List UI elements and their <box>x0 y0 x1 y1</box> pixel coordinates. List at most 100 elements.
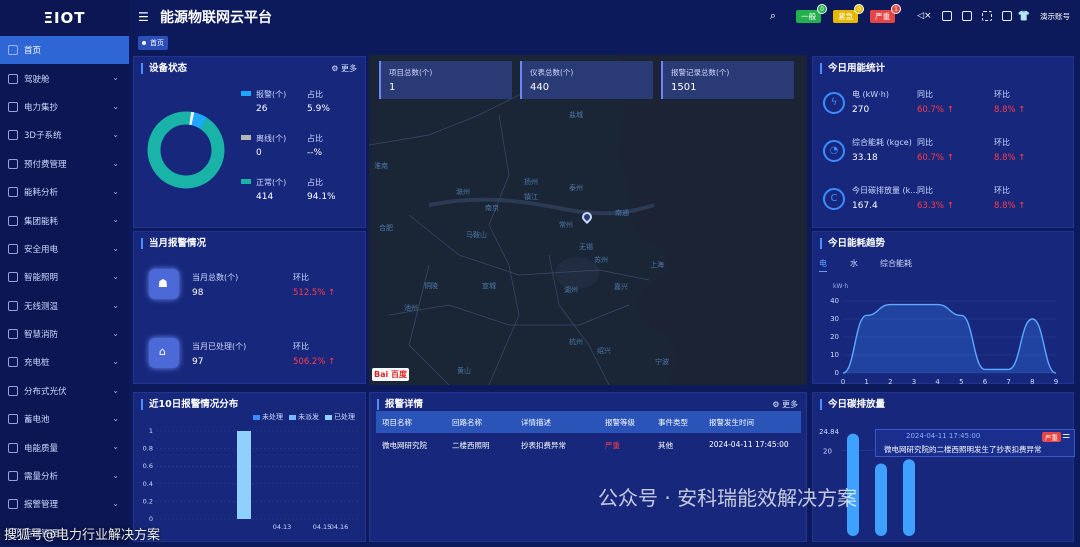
sidebar-item[interactable]: 能耗分析 ⌄ <box>0 178 129 206</box>
more-link[interactable]: ⚙ 更多 <box>772 399 798 410</box>
status-label: 报警(个) <box>256 90 287 99</box>
map-city-label: 合肥 <box>379 224 393 232</box>
top-right-tools: ⌕ 一般 0 紧急 0 严重 1 ◁× 👕 演示账号 <box>770 3 1070 23</box>
screen-icon[interactable] <box>961 11 972 21</box>
trend-tab[interactable]: 电 <box>819 258 827 272</box>
chevron-down-icon: ⌄ <box>112 186 119 196</box>
sidebar-item[interactable]: 安全用电 ⌄ <box>0 235 129 263</box>
expand-icon[interactable] <box>981 11 992 21</box>
trend-tab[interactable]: 水 <box>850 258 858 271</box>
dist-xtick: 04.16 <box>330 523 349 531</box>
top-bar: ☰ 能源物联网云平台 ⌕ 一般 0 紧急 0 严重 1 ◁× 👕 演示账号 <box>129 0 1080 34</box>
sidebar-item[interactable]: 需量分析 ⌄ <box>0 462 129 490</box>
sidebar-item-label: 分布式光伏 <box>24 386 67 397</box>
sidebar-item[interactable]: 电力集抄 ⌄ <box>0 93 129 121</box>
map-stat-card: 报警记录总数(个) 1501 <box>661 61 794 99</box>
breadcrumb: 首页 <box>129 34 1080 52</box>
theme-icon[interactable]: 👕 <box>1018 11 1030 22</box>
sidebar-item-label: 预付费管理 <box>24 159 67 170</box>
sidebar-item-label: 智能照明 <box>24 273 59 284</box>
sidebar-item-icon <box>8 130 18 141</box>
breadcrumb-tag[interactable]: 首页 <box>138 36 168 50</box>
map-city-label: 无锡 <box>579 243 593 251</box>
sidebar-item[interactable]: 驾驶舱 ⌄ <box>0 64 129 92</box>
chevron-down-icon: ⌄ <box>112 243 119 253</box>
search-icon[interactable]: ⌕ <box>770 9 776 23</box>
table-column-header: 报警等级 <box>605 418 635 427</box>
chevron-down-icon: ⌄ <box>112 414 119 424</box>
mom-label: 环比 <box>994 186 1010 195</box>
popup-settings-icon[interactable]: ⚌ <box>1062 431 1070 441</box>
alarm-handled-icon: ⌂ <box>149 338 179 368</box>
alarm-level-button[interactable]: 严重 1 <box>870 3 902 23</box>
alarm-level-button[interactable]: 紧急 0 <box>833 3 865 23</box>
table-cell: 其他 <box>658 441 673 450</box>
sidebar-item[interactable]: 3D子系统 ⌄ <box>0 121 129 149</box>
chevron-down-icon: ⌄ <box>112 442 119 452</box>
sidebar-item[interactable]: 蓄电池 ⌄ <box>0 405 129 433</box>
project-map[interactable]: 盐城 淮南 滁州 扬州 泰州 南通 南京 镇江 常州 马鞍山 合肥 无锡 苏州 上海 铜陵 宣城 湖州 嘉兴 池州杭… <box>369 55 807 385</box>
table-row[interactable]: 微电网研究院 二楼西照明 抄表扣费异常 严重 其他 2024-04-11 17:45:00 <box>376 435 801 455</box>
trend-xtick: 6 <box>983 378 988 386</box>
legend-swatch <box>241 135 251 140</box>
qrcode-icon[interactable] <box>941 11 952 21</box>
trend-xtick: 5 <box>959 378 963 386</box>
sidebar-item[interactable]: 智慧消防 ⌄ <box>0 320 129 348</box>
alarm-table-header: 项目名称 回路名称 详情描述 报警等级 事件类型 报警发生时间 <box>376 411 801 433</box>
user-name[interactable]: 演示账号 <box>1040 11 1070 22</box>
alarm-total-icon: ☗ <box>149 269 179 299</box>
map-stat-value: 440 <box>530 82 550 93</box>
mute-icon[interactable]: ◁× <box>917 11 931 21</box>
map-stat-value: 1501 <box>671 82 697 93</box>
sidebar: ΞIOT 首页 驾驶舱 ⌄ 电力集抄 ⌄ 3D子系统 ⌄ 预付费管理 ⌄ 能耗分析 ⌄ 集团能耗 ⌄ 安全… <box>0 0 129 545</box>
sidebar-item[interactable]: 首页 <box>0 36 129 65</box>
mom-value-text: 8.8% <box>994 153 1016 163</box>
yoy-value: 63.3% ↑ <box>917 201 954 211</box>
energy-trend-panel: 今日能耗趋势 电水综合能耗 kW·h 0 10 20 30 40 0 1 2 3 4 5 6 7 8 9 <box>812 231 1074 386</box>
legend-swatch <box>241 91 251 96</box>
trend-tab[interactable]: 综合能耗 <box>880 258 912 271</box>
alarm-count-badge: 1 <box>891 3 902 14</box>
legend-swatch <box>241 179 251 184</box>
chevron-down-icon: ⌄ <box>112 215 119 225</box>
map-city-label: 黄山 <box>457 367 471 375</box>
dist-ytick: 0 <box>149 515 153 523</box>
sidebar-item[interactable]: 充电桩 ⌄ <box>0 348 129 376</box>
mom-value-text: 8.8% <box>994 201 1016 211</box>
alarm-level-button[interactable]: 一般 0 <box>796 3 828 23</box>
sidebar-item[interactable]: 智能照明 ⌄ <box>0 263 129 291</box>
yoy-label: 同比 <box>917 186 933 195</box>
sidebar-item[interactable]: 集团能耗 ⌄ <box>0 206 129 234</box>
sidebar-item[interactable]: 无线测温 ⌄ <box>0 292 129 320</box>
sidebar-item[interactable]: 报警管理 ⌄ <box>0 490 129 518</box>
sidebar-item[interactable]: 预付费管理 ⌄ <box>0 150 129 178</box>
more-icon: ⚙ <box>772 400 782 409</box>
sidebar-item[interactable]: 分布式光伏 ⌄ <box>0 377 129 405</box>
monthly-alarm-panel: 当月报警情况 ☗ ⌂ 当月总数(个) 98 环比 512.5% ↑ 当月已处理(个) 97… <box>133 231 366 384</box>
table-column-header: 详情描述 <box>521 418 551 427</box>
alarm-count-badge: 0 <box>854 3 865 14</box>
sidebar-item[interactable]: 电能质量 ⌄ <box>0 433 129 461</box>
chevron-down-icon: ⌄ <box>112 101 119 111</box>
map-city-label: 绍兴 <box>597 347 611 355</box>
alarm-popup[interactable]: 2024-04-11 17:45:00 微电网研究院的二楼西照明发生了抄表扣费异… <box>875 429 1075 457</box>
cmp-value: 512.5% ↑ <box>293 288 335 298</box>
cmp-value: 506.2% ↑ <box>293 357 335 367</box>
map-city-label: 嘉兴 <box>614 283 628 291</box>
menu-toggle-icon[interactable]: ☰ <box>138 10 152 24</box>
sidebar-item-label: 安全用电 <box>24 244 59 255</box>
chevron-down-icon: ⌄ <box>112 470 119 480</box>
sidebar-item-label: 驾驶舱 <box>24 74 50 85</box>
mom-value: 8.8% ↑ <box>994 153 1025 163</box>
dist-ytick: 0.6 <box>143 462 153 470</box>
trend-ytick: 40 <box>830 297 839 305</box>
cmp-label: 环比 <box>293 273 309 282</box>
map-city-label: 泰州 <box>569 184 583 192</box>
month-label: 当月已处理(个) <box>192 342 247 351</box>
sidebar-item-icon <box>8 272 18 283</box>
more-link[interactable]: ⚙ 更多 <box>331 63 357 74</box>
sidebar-item-icon <box>8 158 18 169</box>
copy-icon[interactable] <box>1001 11 1012 21</box>
table-cell: 2024-04-11 17:45:00 <box>709 440 789 449</box>
table-column-header: 报警发生时间 <box>709 418 754 427</box>
